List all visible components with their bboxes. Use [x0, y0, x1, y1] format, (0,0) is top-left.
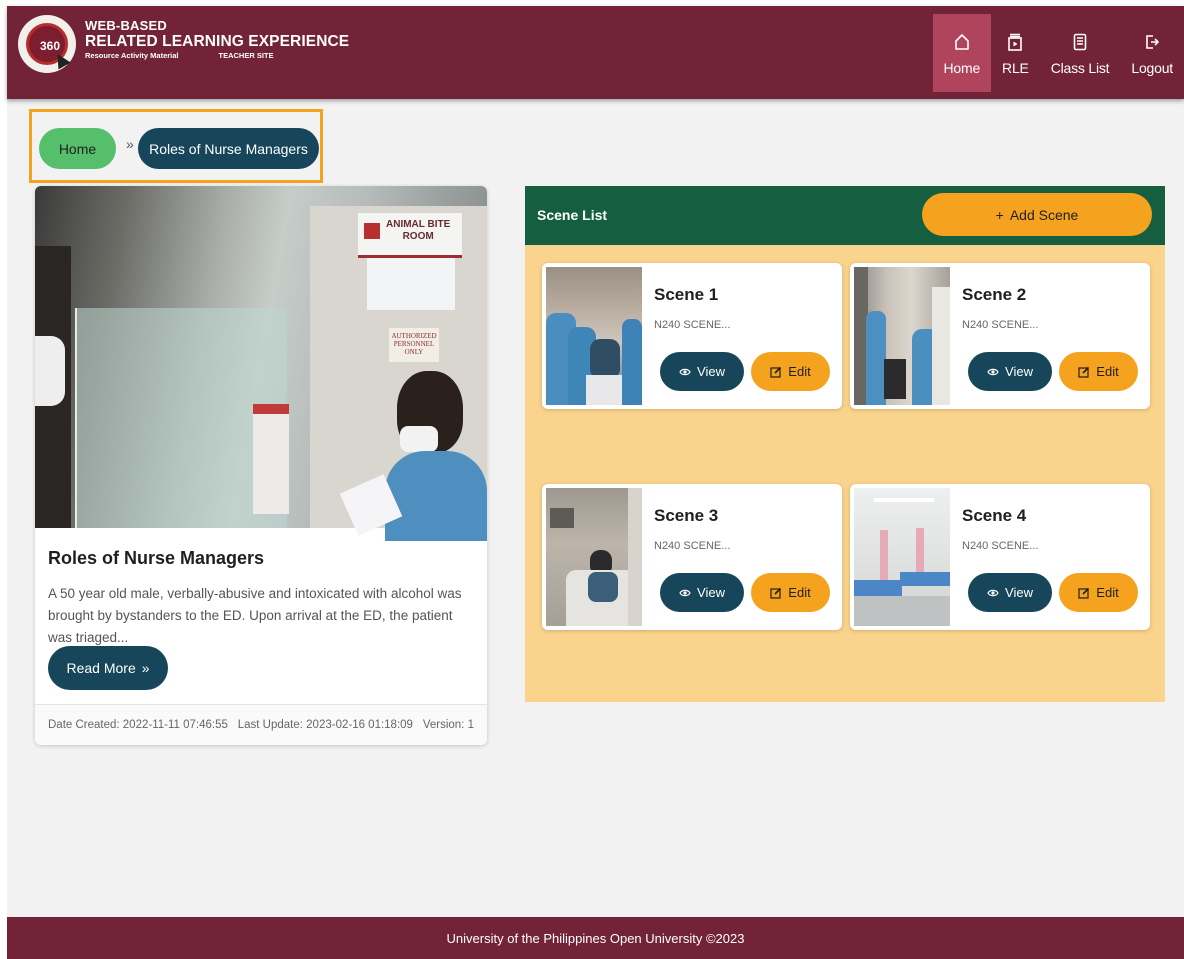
scene-list-panel: Scene List + Add Scene Scene 1 N240 SCEN…: [525, 186, 1165, 702]
nav-class-list-label: Class List: [1050, 60, 1110, 76]
activity-title: Roles of Nurse Managers: [48, 548, 265, 568]
activity-description: A 50 year old male, verbally-abusive and…: [48, 586, 462, 645]
eye-icon: [987, 367, 999, 377]
activity-meta: Date Created: 2022-11-11 07:46:55 Last U…: [35, 704, 487, 745]
image-room-sign: ANIMAL BITE ROOM: [358, 213, 462, 258]
scene-thumbnail[interactable]: [854, 488, 950, 626]
main-nav: Home RLE Class List Logout: [932, 14, 1184, 92]
add-scene-label: Add Scene: [1009, 206, 1079, 223]
scene-name: Scene 3: [654, 506, 719, 525]
scene-list-title: Scene List: [537, 207, 608, 223]
edit-label: Edit: [1096, 364, 1119, 379]
version: Version: 1: [422, 719, 474, 731]
edit-icon: [1078, 587, 1090, 599]
sign-text-line-1: ANIMAL BITE: [386, 219, 451, 230]
breadcrumb-home[interactable]: Home: [39, 128, 116, 169]
home-icon: [954, 30, 970, 54]
image-nurse-body: [385, 451, 487, 541]
eye-icon: [987, 588, 999, 598]
site-brand: WEB-BASED RELATED LEARNING EXPERIENCE Re…: [85, 19, 349, 61]
edit-icon: [1078, 366, 1090, 378]
edit-icon: [770, 366, 782, 378]
scene-thumbnail[interactable]: [546, 488, 642, 626]
edit-label: Edit: [788, 364, 811, 379]
logo-number: 360: [39, 39, 61, 53]
nav-rle[interactable]: RLE: [991, 14, 1040, 92]
scene-subtitle: N240 SCENE...: [654, 319, 731, 331]
edit-label: Edit: [1096, 585, 1119, 600]
scene-subtitle: N240 SCENE...: [962, 540, 1039, 552]
scene-card: Scene 1 N240 SCENE... View Edit: [542, 263, 842, 409]
activity-card: ANIMAL BITE ROOM AUTHORIZED PERSONNEL ON…: [35, 186, 487, 745]
scene-name: Scene 1: [654, 285, 719, 304]
edit-label: Edit: [788, 585, 811, 600]
date-created: Date Created: 2022-11-11 07:46:55: [48, 719, 228, 731]
brand-site-type: TEACHER SITE: [218, 51, 274, 60]
chevrons-right-icon: »: [141, 660, 150, 676]
scene-subtitle: N240 SCENE...: [962, 319, 1039, 331]
view-label: View: [697, 585, 725, 600]
breadcrumb: Home » Roles of Nurse Managers: [29, 109, 323, 183]
scene-subtitle: N240 SCENE...: [654, 540, 731, 552]
image-mask-left: [35, 336, 65, 406]
sign-text: ANIMAL BITE ROOM: [386, 219, 450, 243]
sign-logo: [364, 223, 380, 239]
brand-line-1: WEB-BASED: [85, 18, 167, 33]
site-logo[interactable]: 360: [18, 15, 76, 73]
scene-card: Scene 3 N240 SCENE... View Edit: [542, 484, 842, 630]
nav-class-list[interactable]: Class List: [1040, 14, 1121, 92]
nav-logout[interactable]: Logout: [1120, 14, 1184, 92]
view-label: View: [697, 364, 725, 379]
image-nurse-mask: [400, 426, 438, 452]
read-more-button[interactable]: Read More »: [48, 646, 168, 690]
brand-line-3: Resource Activity Material TEACHER SITE: [85, 50, 349, 61]
edit-scene-button[interactable]: Edit: [1059, 352, 1138, 391]
sign-text-line-2: ROOM: [402, 231, 434, 242]
view-scene-button[interactable]: View: [660, 352, 744, 391]
edit-scene-button[interactable]: Edit: [751, 352, 830, 391]
image-auth-sign: AUTHORIZED PERSONNEL ONLY: [389, 328, 439, 362]
view-scene-button[interactable]: View: [968, 352, 1052, 391]
add-scene-button[interactable]: + Add Scene: [922, 193, 1152, 236]
scene-card: Scene 4 N240 SCENE... View Edit: [850, 484, 1150, 630]
scene-thumbnail[interactable]: [854, 267, 950, 405]
breadcrumb-current[interactable]: Roles of Nurse Managers: [138, 128, 319, 169]
read-more-label: Read More: [66, 660, 136, 676]
scene-list-header: Scene List + Add Scene: [525, 186, 1165, 245]
breadcrumb-separator: »: [126, 136, 134, 152]
scene-thumbnail[interactable]: [546, 267, 642, 405]
view-scene-button[interactable]: View: [968, 573, 1052, 612]
plus-icon: +: [995, 206, 1004, 223]
eye-icon: [679, 588, 691, 598]
scene-card: Scene 2 N240 SCENE... View Edit: [850, 263, 1150, 409]
brand-tagline: Resource Activity Material: [85, 51, 179, 60]
image-poster: [253, 404, 289, 514]
page-footer: University of the Philippines Open Unive…: [7, 917, 1184, 959]
activity-image: ANIMAL BITE ROOM AUTHORIZED PERSONNEL ON…: [35, 186, 487, 541]
brand-line-2: RELATED LEARNING EXPERIENCE: [85, 33, 350, 50]
footer-text: University of the Philippines Open Unive…: [446, 930, 745, 946]
edit-scene-button[interactable]: Edit: [751, 573, 830, 612]
view-label: View: [1005, 585, 1033, 600]
last-update: Last Update: 2023-02-16 01:18:09: [237, 719, 413, 731]
edit-scene-button[interactable]: Edit: [1059, 573, 1138, 612]
view-label: View: [1005, 364, 1033, 379]
page: 360 WEB-BASED RELATED LEARNING EXPERIENC…: [7, 6, 1184, 959]
rle-icon: [1007, 30, 1023, 54]
nav-rle-label: RLE: [1002, 60, 1029, 76]
scene-name: Scene 4: [962, 506, 1027, 525]
nav-home[interactable]: Home: [932, 14, 992, 92]
edit-icon: [770, 587, 782, 599]
top-header: 360 WEB-BASED RELATED LEARNING EXPERIENC…: [7, 6, 1184, 99]
eye-icon: [679, 367, 691, 377]
logout-icon: [1144, 30, 1160, 54]
scene-name: Scene 2: [962, 285, 1027, 304]
image-paper: [367, 258, 455, 310]
nav-logout-label: Logout: [1131, 60, 1173, 76]
nav-home-label: Home: [943, 60, 981, 76]
view-scene-button[interactable]: View: [660, 573, 744, 612]
class-list-icon: [1072, 30, 1088, 54]
